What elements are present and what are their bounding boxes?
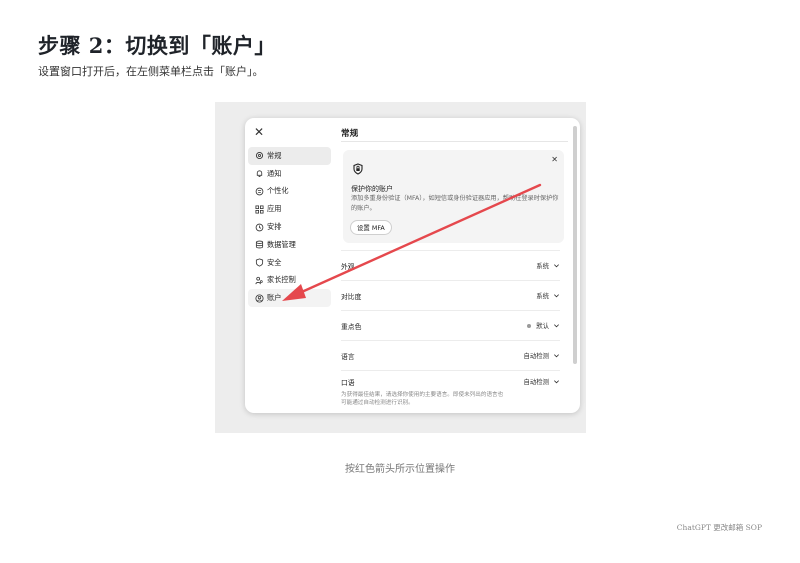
sidebar-item-label: 账户 [267,293,282,303]
sidebar-item-label: 应用 [267,204,282,214]
setting-label: 重点色 [341,322,362,331]
setting-label: 对比度 [341,292,362,301]
divider [341,141,568,142]
setting-row-language[interactable]: 语言 自动检测 [341,340,560,370]
setting-dropdown[interactable]: 系统 [536,261,560,270]
setting-row-spoken-language[interactable]: 口语 自动检测 [341,370,560,392]
setting-row-appearance[interactable]: 外观 系统 [341,250,560,280]
settings-screenshot: ✕ 常规 通知 个性化 应用 安排 数据管理 安全 家长控制 账户 常规 ✕ 保… [215,102,586,433]
sidebar-item-label: 常规 [267,150,282,160]
sidebar-item-label: 数据管理 [267,239,296,249]
mfa-heading: 保护你的账户 [351,185,393,193]
image-caption: 按红色箭头所示位置操作 [345,464,455,475]
sidebar-item-data-controls[interactable]: 数据管理 [248,236,331,254]
accent-dot [527,323,532,328]
chevron-down-icon [554,264,559,268]
setting-dropdown[interactable]: 默认 [527,321,560,330]
voice-note: 为获得最佳结果，请选择你使用的主要语言。即使未列出的语言也可能通过自动检测进行识… [341,392,504,406]
sidebar-item-label: 通知 [267,168,282,178]
personalize-icon [254,186,264,196]
setting-row-contrast[interactable]: 对比度 系统 [341,280,560,310]
panel-title: 常规 [341,129,359,139]
bell-icon [254,169,264,179]
settings-dialog: ✕ 常规 通知 个性化 应用 安排 数据管理 安全 家长控制 账户 常规 ✕ 保… [245,118,580,413]
setting-value: 自动检测 [523,378,549,386]
step-description: 设置窗口打开后，在左侧菜单栏点击「账户」。 [38,65,264,78]
settings-sidebar: 常规 通知 个性化 应用 安排 数据管理 安全 家长控制 账户 [248,147,331,308]
scrollbar[interactable] [573,126,577,364]
sidebar-item-security[interactable]: 安全 [248,254,331,272]
setup-mfa-button[interactable]: 设置 MFA [350,220,392,235]
mfa-description: 添加多重身份验证（MFA），如短信或身份验证器应用，帮助在登录时保护你的账户。 [351,195,559,212]
setting-label: 口语 [341,378,355,387]
sidebar-item-apps[interactable]: 应用 [248,200,331,218]
setting-value: 系统 [536,262,549,270]
sidebar-item-schedules[interactable]: 安排 [248,218,331,236]
setting-dropdown[interactable]: 自动检测 [523,377,560,386]
chevron-down-icon [554,380,559,384]
setting-label: 外观 [341,262,355,271]
family-icon [254,275,264,285]
settings-main-panel: 常规 ✕ 保护你的账户 添加多重身份验证（MFA），如短信或身份验证器应用，帮助… [341,118,568,413]
sidebar-item-account[interactable]: 账户 [248,289,331,308]
setting-value: 系统 [536,292,549,300]
chevron-down-icon [554,324,559,328]
lock-shield-icon [352,160,364,175]
close-icon[interactable]: ✕ [254,125,264,139]
setting-value: 自动检测 [523,352,549,360]
database-icon [254,240,264,250]
sidebar-item-label: 个性化 [267,186,289,196]
sidebar-item-general[interactable]: 常规 [248,147,331,165]
gear-icon [254,151,264,161]
setting-row-accent-color[interactable]: 重点色 默认 [341,310,560,340]
mfa-card: ✕ 保护你的账户 添加多重身份验证（MFA），如短信或身份验证器应用，帮助在登录… [343,150,564,243]
setting-dropdown[interactable]: 系统 [536,291,560,300]
chevron-down-icon [554,354,559,358]
mfa-close-icon[interactable]: ✕ [551,155,558,164]
setting-dropdown[interactable]: 自动检测 [523,351,560,360]
sidebar-item-parental-controls[interactable]: 家长控制 [248,272,331,290]
step-title: 步骤 2：切换到「账户」 [38,33,276,58]
grid-icon [254,204,264,214]
sidebar-item-personalization[interactable]: 个性化 [248,183,331,201]
setting-value: 默认 [536,322,549,330]
chevron-down-icon [554,294,559,298]
sidebar-item-notifications[interactable]: 通知 [248,165,331,183]
sidebar-item-label: 安排 [267,222,282,232]
account-icon [254,293,264,303]
sidebar-item-label: 安全 [267,257,282,267]
clock-icon [254,222,264,232]
setting-label: 语言 [341,352,355,361]
shield-icon [254,258,264,268]
sidebar-item-label: 家长控制 [267,275,296,285]
footer-text: ChatGPT 更改邮箱 SOP [676,523,762,532]
